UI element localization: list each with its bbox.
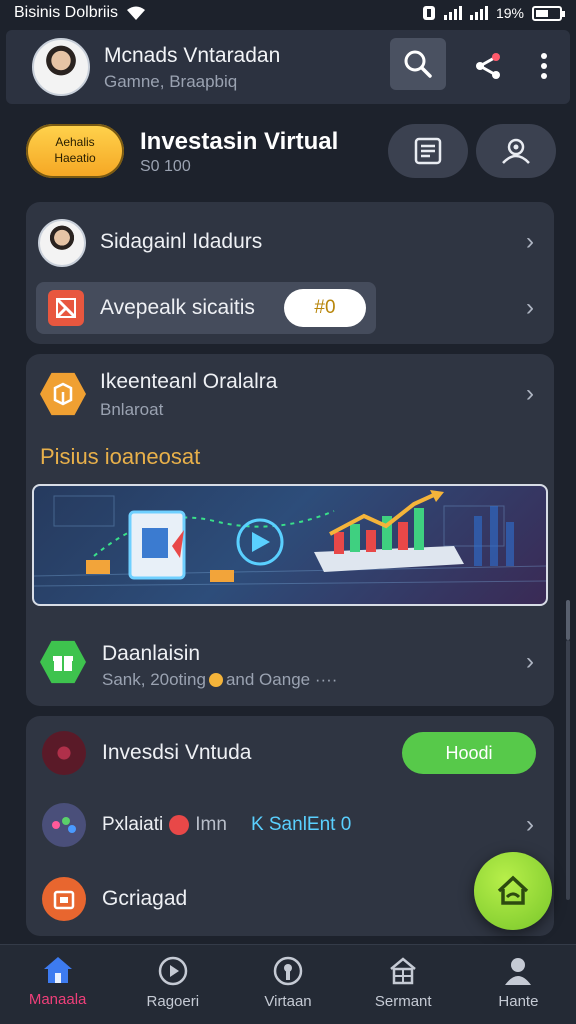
status-bar: Bisinis Dolbriis 19%	[0, 0, 576, 26]
rewards-label: Pxlaiati Imn K SanlEnt 0	[102, 814, 351, 836]
hexagon-icon-box	[40, 640, 86, 684]
tab-label: Hante	[498, 993, 539, 1010]
investment-title: Ikeenteanl Oralalra	[100, 370, 278, 393]
signal-icon-2	[469, 6, 488, 20]
profile-header: Mcnads Vntaradan Gamne, Braapbiq	[6, 30, 570, 104]
gift-icon	[53, 656, 73, 671]
signal-icon	[443, 6, 462, 20]
hold-button[interactable]: Hoodi	[402, 732, 536, 774]
calendar-icon-box	[42, 877, 86, 921]
account-badge[interactable]: Aehalis Haeatio	[26, 124, 124, 178]
rewards-label-c: K SanlEnt 0	[250, 814, 352, 835]
document-list-icon	[414, 137, 442, 165]
profile-row-label: Sidagainl Idadurs	[100, 230, 263, 253]
portfolio-label: Invesdsi Vntuda	[102, 741, 252, 764]
portfolio-row[interactable]: Invesdsi Vntuda Hoodi	[26, 728, 554, 778]
profile-row[interactable]: Sidagainl Idadurs ›	[26, 214, 554, 270]
play-circle-icon	[158, 956, 188, 986]
balance-section: Aehalis Haeatio Investasin Virtual S0 10…	[0, 118, 576, 184]
rewards-label-a: Pxlaiati	[102, 814, 164, 835]
promo-banner[interactable]	[32, 484, 548, 606]
chevron-right-icon: ›	[526, 294, 534, 321]
more-button[interactable]	[526, 42, 562, 90]
calendar-icon	[53, 890, 75, 910]
investment-subtitle: Bnlaroat	[100, 400, 164, 419]
bottom-tab-bar: Manaala Ragoeri Virtaan Sermant Hante	[0, 944, 576, 1024]
tab-virtual[interactable]: Virtaan	[230, 945, 345, 1024]
house-grid-icon	[390, 957, 417, 985]
balance-amount: S0 100	[140, 158, 191, 175]
tab-profile[interactable]: Hante	[461, 945, 576, 1024]
search-button[interactable]	[390, 38, 446, 90]
profile-card: Sidagainl Idadurs › Avepealk sicaitis #0…	[26, 202, 554, 344]
scrollbar-thumb[interactable]	[566, 600, 570, 640]
bonus-subtitle: Sank, 20oting and Oange ····	[102, 670, 337, 690]
badge-line-2: Haeatio	[54, 151, 96, 165]
promo-icon-box	[48, 290, 84, 326]
account-settings-button[interactable]	[476, 124, 556, 178]
promo-label: Avepealk sicaitis	[100, 296, 255, 319]
lock-circle-icon	[273, 956, 303, 986]
portfolio-card: Invesdsi Vntuda Hoodi Pxlaiati Imn K San…	[26, 716, 554, 936]
hexagon-icon-box	[40, 372, 86, 416]
wifi-icon	[127, 6, 146, 20]
home-refresh-icon	[497, 875, 529, 905]
profile-subtitle: Gamne, Braapbiq	[104, 72, 238, 91]
statement-button[interactable]	[388, 124, 468, 178]
scrollbar-track	[566, 640, 570, 900]
chevron-right-icon: ›	[526, 648, 534, 675]
tab-label: Ragoeri	[146, 993, 200, 1010]
dots-icon	[52, 817, 76, 833]
game-icon	[42, 803, 86, 847]
tab-label: Virtaan	[264, 993, 312, 1010]
bonus-subtitle-a: Sank, 20oting	[102, 670, 206, 689]
home-fab[interactable]	[474, 852, 552, 930]
chevron-right-icon: ›	[526, 228, 534, 255]
tab-records[interactable]: Ragoeri	[115, 945, 230, 1024]
more-vertical-icon	[541, 53, 547, 79]
battery-icon	[532, 5, 565, 21]
badge-line-1: Aehalis	[55, 135, 95, 149]
share-icon	[476, 53, 500, 79]
bonus-subtitle-b: and Oange ····	[225, 670, 338, 689]
calendar-label: Gcriagad	[102, 887, 188, 910]
tab-label: Sermant	[374, 993, 432, 1010]
chevron-right-icon: ›	[526, 380, 534, 407]
ticket-icon	[56, 298, 76, 318]
investment-card: Ikeenteanl Oralalra Bnlaroat › Pisius io…	[26, 354, 554, 706]
user-gear-icon	[502, 138, 530, 164]
promo-row[interactable]: Avepealk sicaitis #0 ›	[26, 282, 554, 334]
profile-name: Mcnads Vntaradan	[104, 44, 281, 67]
avatar[interactable]	[32, 38, 90, 96]
bonus-row[interactable]: Daanlaisin Sank, 20oting and Oange ···· …	[26, 630, 554, 694]
tab-statement[interactable]: Sermant	[346, 945, 461, 1024]
coin-icon	[208, 673, 223, 687]
rewards-row[interactable]: Pxlaiati Imn K SanlEnt 0 ›	[26, 800, 554, 850]
investment-row[interactable]: Ikeenteanl Oralalra Bnlaroat ›	[26, 362, 554, 426]
search-icon	[404, 50, 432, 78]
tab-home[interactable]: Manaala	[0, 945, 115, 1024]
balance-title: Investasin Virtual	[140, 128, 339, 155]
person-icon	[505, 958, 532, 985]
record-icon	[42, 731, 86, 775]
notification-icon	[422, 6, 435, 20]
tab-label: Manaala	[28, 991, 87, 1008]
carrier-text: Bisinis Dolbriis	[14, 4, 119, 21]
battery-percent: 19%	[495, 5, 524, 21]
box-icon	[53, 382, 73, 406]
chevron-right-icon: ›	[526, 811, 534, 838]
share-button[interactable]	[464, 42, 512, 90]
promo-pill[interactable]: #0	[284, 289, 366, 327]
section-heading: Pisius ioaneosat	[40, 444, 201, 469]
home-icon	[43, 957, 72, 983]
alert-icon	[169, 815, 190, 835]
rewards-label-b: Imn	[195, 814, 227, 835]
avatar	[38, 219, 86, 267]
bonus-title: Daanlaisin	[102, 642, 201, 665]
chart-illustration	[34, 490, 546, 587]
